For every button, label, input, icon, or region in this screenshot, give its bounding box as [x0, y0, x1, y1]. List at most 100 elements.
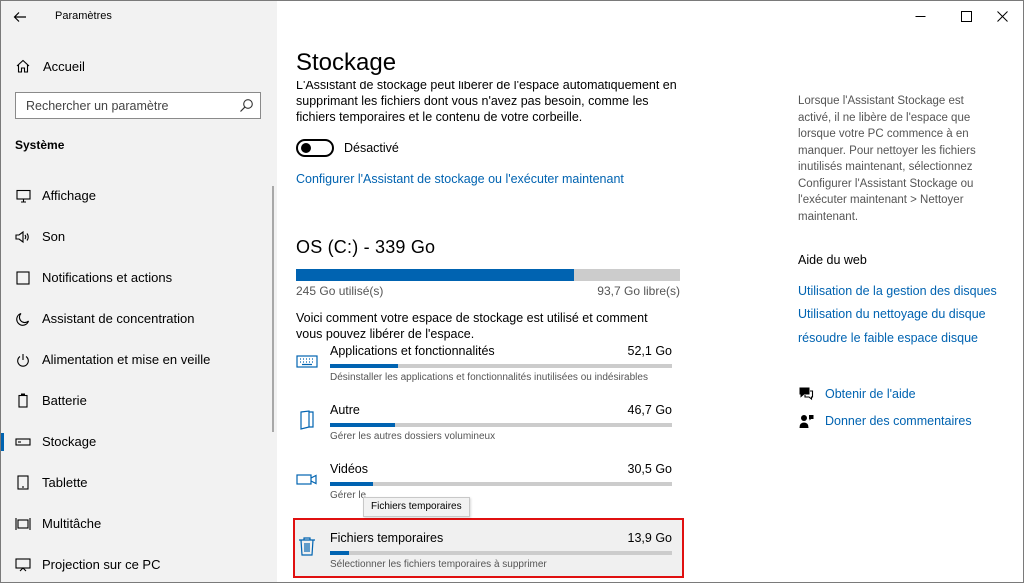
page-title: Stockage: [296, 49, 397, 76]
sidebar-scrollbar[interactable]: [272, 186, 274, 432]
storage-sense-toggle-row: Désactivé: [296, 138, 776, 158]
sidebar-item-label: Batterie: [42, 393, 87, 408]
storage-sense-toggle[interactable]: [296, 139, 334, 157]
search-input[interactable]: [16, 93, 226, 118]
get-help-label: Obtenir de l'aide: [825, 387, 916, 401]
drive-usage-fill: [296, 269, 574, 281]
category-size: 30,5 Go: [627, 462, 672, 476]
help-link-low-disk-space[interactable]: résoudre le faible espace disque: [798, 331, 978, 345]
minimize-icon: [915, 15, 925, 17]
feedback-label: Donner des commentaires: [825, 414, 972, 428]
video-icon: [296, 474, 317, 485]
category-videos[interactable]: Vidéos 30,5 Go Gérer le: [296, 462, 672, 512]
back-arrow-icon: [13, 12, 26, 22]
category-name: Vidéos: [330, 462, 368, 476]
category-name: Autre: [330, 403, 360, 417]
chat-help-icon: [799, 387, 814, 401]
web-help-title: Aide du web: [798, 253, 867, 267]
main-content: L'Assistant de stockage peut libérer de …: [296, 81, 776, 501]
notification-icon: [15, 270, 31, 286]
projection-icon: [15, 557, 31, 573]
sidebar-item-label: Multitâche: [42, 516, 102, 531]
battery-icon: [15, 393, 31, 409]
help-link-disk-cleanup[interactable]: Utilisation du nettoyage du disque: [798, 307, 986, 321]
get-help-link[interactable]: Obtenir de l'aide: [798, 385, 916, 403]
home-icon: [16, 59, 30, 73]
category-bar-fill: [330, 482, 373, 486]
maximize-icon: [960, 10, 972, 22]
category-temp-files[interactable]: Fichiers temporaires 13,9 Go Sélectionne…: [296, 531, 672, 571]
sidebar-item-focus-assist[interactable]: Assistant de concentration: [1, 298, 277, 339]
sidebar-item-power-sleep[interactable]: Alimentation et mise en veille: [1, 339, 277, 380]
sidebar-item-home[interactable]: Accueil: [15, 56, 85, 76]
toggle-state-label: Désactivé: [344, 141, 399, 155]
tooltip: Fichiers temporaires: [363, 497, 470, 517]
search-icon[interactable]: [239, 98, 254, 113]
multitask-icon: [15, 516, 31, 532]
category-size: 46,7 Go: [627, 403, 672, 417]
moon-icon: [15, 311, 31, 327]
tablet-icon: [15, 475, 31, 491]
feedback-icon: [799, 415, 814, 428]
drive-free-label: 93,7 Go libre(s): [597, 284, 680, 298]
category-description: Gérer le: [330, 490, 367, 501]
toggle-knob: [301, 143, 311, 153]
sidebar-nav: Affichage Son Notifications et actions A…: [1, 175, 277, 582]
drive-usage-bar: [296, 269, 680, 281]
category-size: 13,9 Go: [627, 531, 672, 545]
category-size: 52,1 Go: [627, 344, 672, 358]
minimize-button[interactable]: [897, 1, 943, 31]
section-label: Système: [15, 138, 65, 152]
category-bar-fill: [330, 423, 395, 427]
category-name: Applications et fonctionnalités: [330, 344, 495, 358]
category-bar: [330, 551, 672, 555]
app-title: Paramètres: [55, 10, 112, 22]
home-label: Accueil: [43, 58, 85, 74]
storage-icon: [15, 434, 31, 450]
power-icon: [15, 352, 31, 368]
right-panel: Lorsque l'Assistant Stockage est activé,…: [798, 93, 998, 225]
sidebar-item-label: Projection sur ce PC: [42, 557, 161, 572]
drive-used-label: 245 Go utilisé(s): [296, 284, 384, 298]
sidebar-item-label: Stockage: [42, 434, 97, 449]
sidebar-item-sound[interactable]: Son: [1, 216, 277, 257]
back-button[interactable]: [13, 7, 33, 27]
category-other[interactable]: Autre 46,7 Go Gérer les autres dossiers …: [296, 403, 672, 453]
sidebar-item-display[interactable]: Affichage: [1, 175, 277, 216]
sidebar-item-multitasking[interactable]: Multitâche: [1, 503, 277, 544]
storage-sense-tip: Lorsque l'Assistant Stockage est activé,…: [798, 95, 976, 223]
help-link-disk-management[interactable]: Utilisation de la gestion des disques: [798, 284, 997, 298]
category-bar-fill: [330, 364, 399, 368]
usage-description: Voici comment votre espace de stockage e…: [296, 311, 648, 341]
category-bar: [330, 423, 672, 427]
search-box[interactable]: [15, 92, 261, 119]
sidebar-item-storage[interactable]: Stockage: [1, 421, 277, 462]
category-apps[interactable]: Applications et fonctionnalités 52,1 Go …: [296, 344, 672, 394]
sidebar-item-label: Tablette: [42, 475, 88, 490]
document-icon: [300, 410, 314, 430]
storage-sense-intro: L'Assistant de stockage peut libérer de …: [296, 81, 677, 124]
close-button[interactable]: [979, 1, 1023, 31]
category-bar: [330, 482, 672, 486]
category-description: Désinstaller les applications et fonctio…: [330, 372, 648, 383]
category-name: Fichiers temporaires: [330, 531, 444, 545]
feedback-link[interactable]: Donner des commentaires: [798, 412, 972, 430]
sidebar-item-projection[interactable]: Projection sur ce PC: [1, 544, 277, 582]
configure-storage-sense-link[interactable]: Configurer l'Assistant de stockage ou l'…: [296, 172, 624, 186]
settings-window: Paramètres Accueil Système Affichage Son…: [0, 0, 1024, 583]
category-bar-fill: [330, 551, 350, 555]
drive-title: OS (C:) - 339 Go: [296, 237, 436, 257]
sidebar-item-notifications[interactable]: Notifications et actions: [1, 257, 277, 298]
category-description: Sélectionner les fichiers temporaires à …: [330, 559, 547, 570]
sidebar-item-battery[interactable]: Batterie: [1, 380, 277, 421]
close-icon: [996, 10, 1008, 22]
sidebar-item-label: Alimentation et mise en veille: [42, 352, 211, 367]
keyboard-icon: [296, 355, 318, 368]
sidebar-item-tablet[interactable]: Tablette: [1, 462, 277, 503]
trash-icon: [299, 537, 315, 556]
sidebar-item-label: Assistant de concentration: [42, 311, 195, 326]
sidebar: Paramètres Accueil Système Affichage Son…: [1, 1, 277, 582]
sidebar-item-label: Son: [42, 229, 66, 244]
category-bar: [330, 364, 672, 368]
category-description: Gérer les autres dossiers volumineux: [330, 431, 496, 442]
